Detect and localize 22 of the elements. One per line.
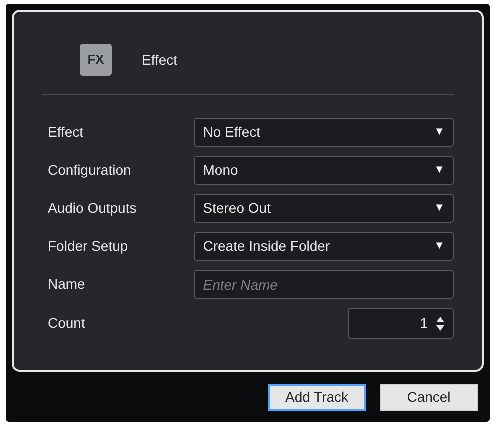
field-label: Name — [48, 275, 86, 294]
dropdown[interactable]: Mono ▼ — [194, 156, 454, 185]
field-label: Folder Setup — [48, 237, 130, 256]
count-value: 1 — [420, 314, 428, 333]
name-field[interactable]: Enter Name — [194, 270, 454, 299]
fx-icon: FX — [80, 44, 112, 76]
dialog-button[interactable]: Cancel — [380, 384, 478, 411]
field-label: Count — [48, 314, 86, 333]
dialog-button[interactable]: Add Track — [268, 384, 366, 411]
count-stepper[interactable]: 1 — [348, 308, 454, 339]
header-title: Effect — [142, 50, 178, 70]
dropdown[interactable]: No Effect ▼ — [194, 118, 454, 147]
field-label: Configuration — [48, 161, 132, 180]
dropdown[interactable]: Create Inside Folder ▼ — [194, 232, 454, 261]
dropdown[interactable]: Stereo Out ▼ — [194, 194, 454, 223]
dropdown-arrow-icon: ▼ — [434, 124, 445, 141]
dropdown-arrow-icon: ▼ — [434, 162, 445, 179]
dropdown-arrow-icon: ▼ — [434, 200, 445, 217]
field-label: Effect — [48, 123, 85, 142]
dropdown-arrow-icon: ▼ — [434, 238, 445, 255]
field-label: Audio Outputs — [48, 199, 138, 218]
up-down-arrows-icon — [436, 316, 445, 332]
